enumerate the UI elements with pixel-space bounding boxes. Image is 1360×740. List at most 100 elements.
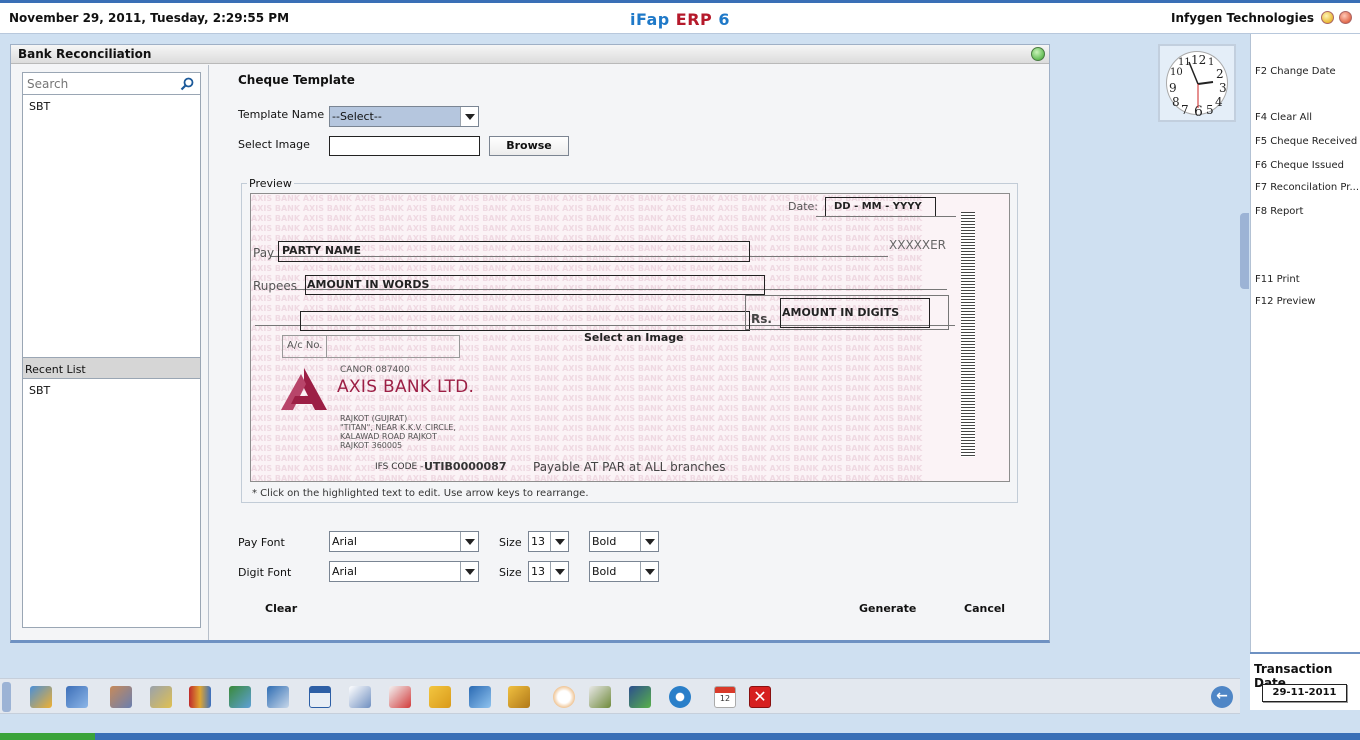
bank-name: AXIS BANK LTD.: [337, 377, 475, 397]
shortcut-clear-all[interactable]: F4 Clear All: [1255, 112, 1312, 123]
dial-icon[interactable]: [553, 686, 575, 708]
shortcut-cheque-received[interactable]: F5 Cheque Received: [1255, 136, 1357, 147]
back-arrow-icon[interactable]: ←: [1211, 686, 1233, 708]
ifs-code-label: IFS CODE -: [375, 462, 424, 472]
template-name-value: --Select--: [332, 110, 382, 123]
digit-style-select[interactable]: Bold: [589, 561, 659, 582]
shortcut-panel: F2 Change Date F4 Clear All F5 Cheque Re…: [1250, 34, 1360, 654]
transfer-icon[interactable]: [267, 686, 289, 708]
network-icon[interactable]: [469, 686, 491, 708]
pay-style-value: Bold: [592, 535, 617, 548]
chevron-down-icon[interactable]: [460, 532, 478, 551]
folder-tree-icon[interactable]: [429, 686, 451, 708]
window-status-icon[interactable]: [1031, 47, 1045, 61]
list-item[interactable]: SBT: [29, 100, 50, 113]
save-icon[interactable]: [629, 686, 651, 708]
clock-hands-icon: [1188, 61, 1214, 108]
app-header: November 29, 2011, Tuesday, 2:29:55 PM i…: [0, 0, 1360, 34]
transaction-date-field[interactable]: 29-11-2011: [1262, 684, 1347, 702]
digit-size-value: 13: [531, 565, 545, 578]
clear-button[interactable]: Clear: [265, 602, 297, 615]
digit-font-label: Digit Font: [238, 566, 292, 579]
barcode-strip: [961, 212, 975, 457]
chart-icon[interactable]: [389, 686, 411, 708]
cheque-date-box[interactable]: DD - MM - YYYY: [825, 197, 936, 217]
document-icon[interactable]: [349, 686, 371, 708]
axis-bank-logo-icon: [281, 368, 327, 410]
status-strip: [0, 733, 1360, 740]
generate-button[interactable]: Generate: [859, 602, 916, 615]
pay-size-select[interactable]: 13: [528, 531, 569, 552]
pay-style-select[interactable]: Bold: [589, 531, 659, 552]
browse-button[interactable]: Browse: [489, 136, 569, 156]
chevron-down-icon[interactable]: [550, 562, 568, 581]
date-underline: [816, 216, 956, 217]
contacts-icon[interactable]: [110, 686, 132, 708]
pane-divider: [208, 65, 209, 640]
settings-icon[interactable]: [669, 686, 691, 708]
recent-list-item[interactable]: SBT: [29, 384, 50, 397]
shortcut-preview[interactable]: F12 Preview: [1255, 296, 1316, 307]
pay-font-value: Arial: [332, 535, 357, 548]
panel-collapse-handle[interactable]: [1240, 213, 1249, 289]
chevron-down-icon[interactable]: [550, 532, 568, 551]
title-version: 6: [718, 10, 730, 29]
cancel-button[interactable]: Cancel: [964, 602, 1005, 615]
box-icon[interactable]: [508, 686, 530, 708]
amount-words-box[interactable]: AMOUNT IN WORDS: [305, 275, 765, 295]
bank-branch-code: CANOR 087400: [340, 365, 410, 375]
search-input[interactable]: [27, 76, 177, 92]
taskbar-scroll-left[interactable]: [2, 682, 11, 712]
shortcut-cheque-issued[interactable]: F6 Cheque Issued: [1255, 160, 1344, 171]
shortcut-change-date[interactable]: F2 Change Date: [1255, 66, 1336, 77]
title-erp: ERP: [675, 10, 713, 29]
window-title: Bank Reconciliation: [18, 47, 152, 61]
accounts-icon[interactable]: [30, 686, 52, 708]
close-app-button[interactable]: [1339, 11, 1352, 24]
taskbar: 12 ✕ ←: [0, 678, 1240, 714]
bank-address: RAJKOT (GUJRAT) "TITAN", NEAR K.K.V. CIR…: [340, 414, 456, 450]
transaction-date-panel: Transaction Date 29-11-2011: [1250, 652, 1360, 710]
amount-digits-box[interactable]: AMOUNT IN DIGITS: [780, 298, 930, 328]
select-image-field[interactable]: [329, 136, 480, 156]
shortcut-report[interactable]: F8 Report: [1255, 206, 1303, 217]
bank-list-panel: SBT Recent List SBT: [22, 72, 201, 628]
cart-icon[interactable]: [229, 686, 251, 708]
chevron-down-icon[interactable]: [460, 562, 478, 581]
window-icon[interactable]: [309, 686, 331, 708]
section-title: Cheque Template: [238, 73, 355, 87]
users-icon[interactable]: [66, 686, 88, 708]
calculator-icon[interactable]: [589, 686, 611, 708]
shortcut-print[interactable]: F11 Print: [1255, 274, 1300, 285]
chevron-down-icon[interactable]: [460, 107, 478, 126]
bearer-text: XXXXXER: [889, 238, 947, 252]
book-icon[interactable]: [189, 686, 211, 708]
chevron-down-icon[interactable]: [640, 532, 658, 551]
digit-size-select[interactable]: 13: [528, 561, 569, 582]
bank-address-line: KALAWAD ROAD RAJKOT: [340, 432, 437, 441]
company-name: Infygen Technologies: [1170, 11, 1314, 25]
chevron-down-icon[interactable]: [640, 562, 658, 581]
pay-font-select[interactable]: Arial: [329, 531, 479, 552]
payable-text: Payable AT PAR at ALL branches: [533, 460, 726, 474]
rs-label: Rs.: [751, 312, 772, 326]
ifs-code: UTIB0000087: [424, 460, 507, 473]
digit-font-select[interactable]: Arial: [329, 561, 479, 582]
status-progress: [0, 733, 95, 740]
close-icon[interactable]: ✕: [749, 686, 771, 708]
select-image-hint: Select an Image: [584, 331, 684, 344]
clock-widget: 12 1 2 3 4 5 6 7 8 9 10 11: [1158, 44, 1236, 122]
minimize-button[interactable]: [1321, 11, 1334, 24]
amount-words-box-2[interactable]: [300, 311, 750, 331]
calendar-icon[interactable]: 12: [714, 686, 736, 708]
party-name-box[interactable]: PARTY NAME: [278, 241, 750, 262]
pay-size-label: Size: [499, 536, 522, 549]
shortcut-reconciliation[interactable]: F7 Reconcilation Pr...: [1255, 182, 1359, 193]
search-icon[interactable]: [180, 77, 194, 91]
window-titlebar: Bank Reconciliation: [11, 45, 1049, 64]
title-ifap: iFap: [629, 10, 670, 29]
app-title: iFap ERP 6: [0, 10, 1360, 29]
gears-icon[interactable]: [150, 686, 172, 708]
cheque-rupees-label: Rupees: [253, 279, 298, 293]
template-name-select[interactable]: --Select--: [329, 106, 479, 127]
